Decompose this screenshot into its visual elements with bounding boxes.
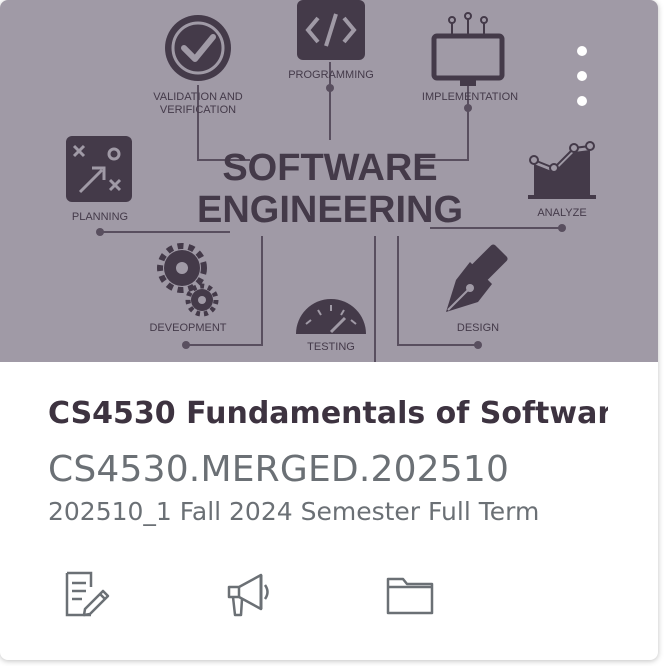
announcements-button[interactable] bbox=[220, 566, 276, 622]
announcements-icon bbox=[227, 573, 269, 617]
image-tint-overlay bbox=[0, 0, 658, 362]
course-title-link[interactable]: CS4530 Fundamentals of Softwar... bbox=[48, 392, 608, 436]
course-title[interactable]: CS4530 Fundamentals of Softwar bbox=[48, 396, 608, 431]
kebab-dot bbox=[577, 46, 587, 56]
assignments-icon bbox=[65, 571, 110, 617]
course-card-image[interactable]: SOFTWARE ENGINEERING VALIDATION AND VERI… bbox=[0, 0, 658, 362]
kebab-dot bbox=[577, 71, 587, 81]
assignments-button[interactable] bbox=[58, 566, 114, 622]
files-button[interactable] bbox=[382, 566, 438, 622]
course-term: 202510_1 Fall 2024 Semester Full Term bbox=[48, 497, 540, 526]
kebab-menu-icon[interactable] bbox=[562, 40, 602, 112]
files-icon bbox=[386, 577, 434, 615]
course-card[interactable]: SOFTWARE ENGINEERING VALIDATION AND VERI… bbox=[0, 0, 658, 660]
course-code: CS4530.MERGED.202510 bbox=[48, 449, 510, 490]
course-actions bbox=[48, 566, 608, 626]
course-info: CS4530 Fundamentals of Softwar... CS4530… bbox=[48, 392, 608, 530]
kebab-dot bbox=[577, 96, 587, 106]
